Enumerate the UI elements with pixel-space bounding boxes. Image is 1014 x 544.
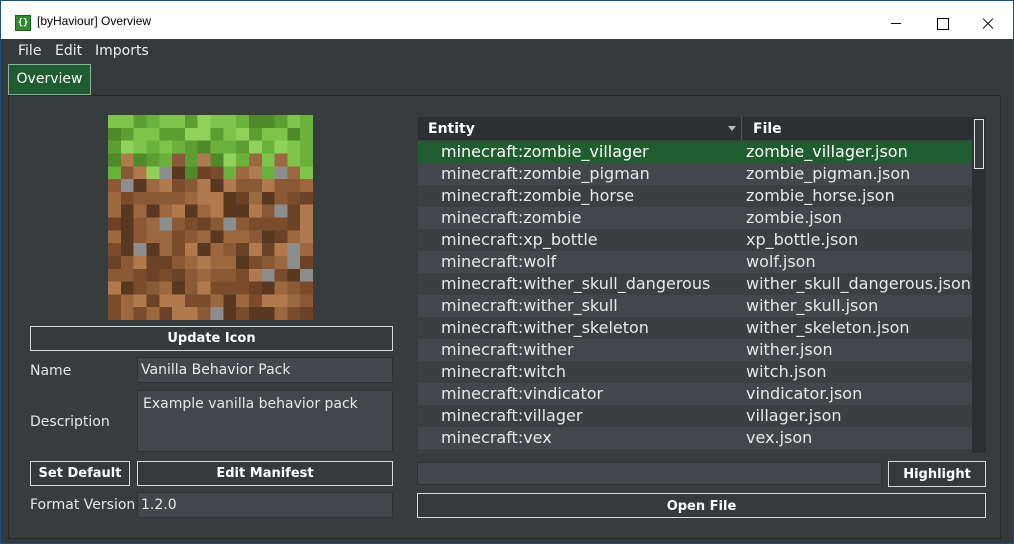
entity-file-cell: wolf.json [746,252,816,271]
open-file-button[interactable]: Open File [417,493,986,518]
entity-file-cell: zombie.json [746,208,843,227]
entity-id-cell: minecraft:wither [441,340,574,359]
entity-id-cell: minecraft:wolf [441,252,557,271]
entity-id-cell: minecraft:witch [441,362,566,381]
entity-id-cell: minecraft:wither_skull [441,296,618,315]
table-row[interactable]: minecraft:vindicator vindicator.json [418,383,972,405]
highlight-button[interactable]: Highlight [888,461,986,487]
close-icon[interactable] [965,1,1011,39]
vertical-scrollbar[interactable] [972,117,986,453]
entity-id-cell: minecraft:zombie [441,208,582,227]
description-label: Description [30,414,110,430]
entity-file-cell: vindicator.json [746,384,863,403]
name-field[interactable]: Vanilla Behavior Pack [137,357,393,383]
menu-edit[interactable]: Edit [55,43,82,59]
menu-bar: File Edit Imports [1,39,1013,63]
entity-file-cell: zombie_horse.json [746,186,895,205]
entity-file-cell: witch.json [746,362,827,381]
column-header-file[interactable]: File [743,117,972,140]
filter-input[interactable] [417,462,882,485]
tab-overview[interactable]: Overview [8,64,91,95]
table-row[interactable]: minecraft:zombie_pigman zombie_pigman.jso… [418,163,972,185]
entity-file-cell: wither_skeleton.json [746,318,910,337]
table-row[interactable]: minecraft:zombie_villager zombie_villager… [418,141,972,163]
table-row[interactable]: minecraft:villager villager.json [418,405,972,427]
table-row[interactable]: minecraft:wither_skull wither_skull.json [418,295,972,317]
entity-table: Entity File minecraft:zombie_villagerzom… [418,117,986,453]
entity-id-cell: minecraft:wither_skeleton [441,318,649,337]
table-row[interactable]: minecraft:xp_bottle xp_bottle.json [418,229,972,251]
maximize-icon[interactable] [919,1,965,39]
entity-file-cell: wither.json [746,340,833,359]
entity-file-cell: wither_skull_dangerous.json [746,274,971,293]
entity-id-cell: minecraft:villager [441,406,583,425]
entity-id-cell: minecraft:zombie_pigman [441,164,650,183]
entity-id-cell: minecraft:vex [441,428,552,447]
update-icon-button[interactable]: Update Icon [30,326,393,351]
edit-manifest-button[interactable]: Edit Manifest [137,461,393,486]
entity-file-cell: zombie_villager.json [746,142,908,161]
entity-file-cell: zombie_pigman.json [746,164,911,183]
format-version-field[interactable]: 1.2.0 [137,492,393,518]
entity-id-cell: minecraft:xp_bottle [441,230,598,249]
table-body: minecraft:zombie_villager zombie_villager… [418,141,972,449]
entity-id-cell: minecraft:zombie_horse [441,186,635,205]
table-row[interactable]: minecraft:wither_skeleton wither_skeleton… [418,317,972,339]
format-version-label: Format Version [30,497,136,513]
description-field[interactable]: Example vanilla behavior pack [137,390,393,452]
grass-block-icon [108,115,313,320]
entity-id-cell: minecraft:vindicator [441,384,604,403]
entity-id-cell: minecraft:wither_skull_dangerous [441,274,711,293]
entity-file-cell: xp_bottle.json [746,230,859,249]
menu-imports[interactable]: Imports [95,43,149,59]
entity-id-cell: minecraft:zombie_villager [441,142,649,161]
table-row[interactable]: minecraft:vex vex.json [418,427,972,449]
set-default-button[interactable]: Set Default [30,461,130,486]
table-row[interactable]: minecraft:witch witch.json [418,361,972,383]
table-row[interactable]: minecraft:wither wither.json [418,339,972,361]
entity-file-cell: villager.json [746,406,842,425]
table-row[interactable]: minecraft:wither_skull_dangerous wither_s… [418,273,972,295]
menu-file[interactable]: File [18,43,41,59]
minimize-icon[interactable] [873,1,919,39]
table-header: Entity File [418,117,972,140]
scrollbar-thumb[interactable] [974,119,984,169]
title-bar: {} [byHaviour] Overview [1,1,1013,39]
entity-file-cell: wither_skull.json [746,296,879,315]
app-window: {} [byHaviour] Overview File Edit Import… [0,0,1014,544]
table-row[interactable]: minecraft:zombie_horse zombie_horse.json [418,185,972,207]
sort-descending-icon [728,126,736,131]
window-title: [byHaviour] Overview [37,14,152,28]
table-row[interactable]: minecraft:zombie zombie.json [418,207,972,229]
entity-file-cell: vex.json [746,428,813,447]
app-icon: {} [15,15,31,31]
table-row[interactable]: minecraft:wolf wolf.json [418,251,972,273]
name-label: Name [30,363,72,379]
column-header-entity[interactable]: Entity [418,117,742,140]
